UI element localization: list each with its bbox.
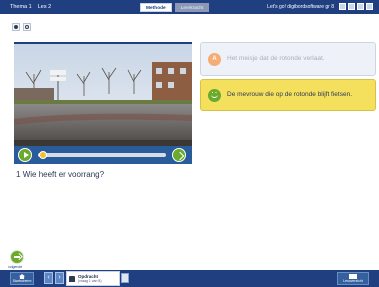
tab-group: Methode Leerkracht [140, 3, 210, 12]
assignment-sub: (vraag 1 van 8) [78, 279, 102, 283]
video-scrubber-handle[interactable] [38, 151, 47, 159]
smiley-icon [208, 88, 221, 102]
answer-badge-a: A [208, 52, 221, 66]
tool-row [12, 23, 31, 31]
document-icon[interactable] [121, 273, 129, 283]
title-area: Let's go! digibordsoftware gr 8 [267, 3, 373, 10]
next-button[interactable]: › [55, 272, 64, 284]
breadcrumb: Thema 1 Les 2 [0, 4, 51, 10]
home-button[interactable]: Startscherm [10, 272, 34, 285]
video-still [14, 44, 192, 146]
breadcrumb-lesson[interactable]: Les 2 [38, 4, 51, 10]
assignment-indicator[interactable]: Opdracht (vraag 1 van 8) [66, 271, 120, 286]
next-icon[interactable] [172, 148, 186, 162]
tab-leerkracht[interactable]: Leerkracht [174, 3, 210, 12]
answer-text: Het meisje dat de rotonde verlaat. [227, 55, 325, 62]
bottom-bar: Startscherm ‹ › Opdracht (vraag 1 van 8)… [0, 270, 379, 287]
menu-icon[interactable] [348, 3, 355, 10]
answer-option-a[interactable]: A Het meisje dat de rotonde verlaat. [200, 42, 376, 76]
play-icon[interactable] [18, 148, 32, 162]
close-icon[interactable] [366, 3, 373, 10]
video-frame[interactable] [14, 42, 192, 146]
pen-icon[interactable] [12, 23, 20, 31]
overview-label: Lesoverzicht [343, 279, 363, 283]
home-label: Startscherm [12, 279, 32, 283]
breadcrumb-theme[interactable]: Thema 1 [10, 4, 32, 10]
app-title: Let's go! digibordsoftware gr 8 [267, 3, 334, 10]
overview-button[interactable]: Lesoverzicht [337, 272, 369, 285]
group-icon [69, 276, 75, 282]
question: 1 Wie heeft er voorrang? [16, 170, 104, 179]
answer-text: De mevrouw die op de rotonde blijft fiet… [227, 91, 353, 98]
next-arrow-icon[interactable] [10, 250, 24, 264]
answer-option-b[interactable]: De mevrouw die op de rotonde blijft fiet… [200, 79, 376, 111]
eraser-icon[interactable] [23, 23, 31, 31]
top-bar: Thema 1 Les 2 Methode Leerkracht Let's g… [0, 0, 379, 14]
video-controls [14, 146, 192, 164]
question-number: 1 [16, 170, 21, 179]
question-text: Wie heeft er voorrang? [22, 170, 105, 179]
help-icon[interactable] [339, 3, 346, 10]
tab-methode[interactable]: Methode [140, 3, 172, 12]
next-label: volgende [8, 265, 23, 269]
previous-button[interactable]: ‹ [44, 272, 53, 284]
video-progress-track[interactable] [38, 153, 166, 157]
minimize-icon[interactable] [357, 3, 364, 10]
